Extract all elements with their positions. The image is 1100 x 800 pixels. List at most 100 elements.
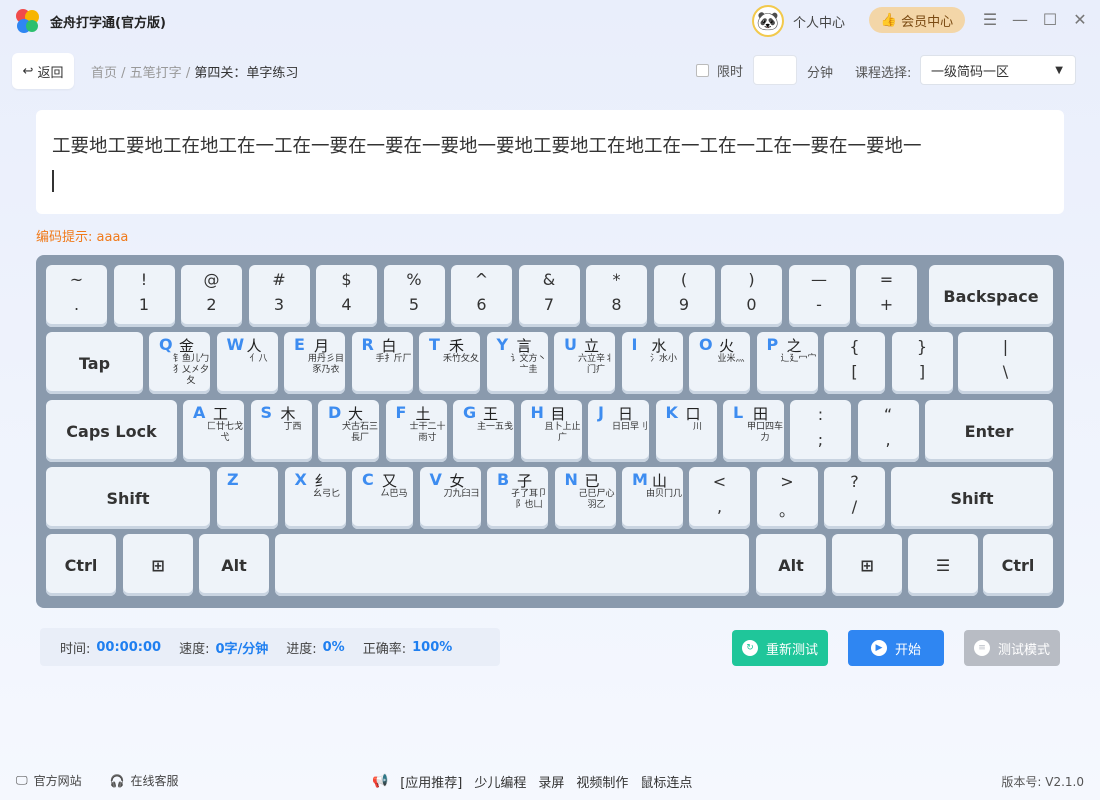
test-mode-button[interactable]: ≡ 测试模式 — [964, 630, 1060, 666]
key-alt-right[interactable]: Alt — [756, 534, 826, 596]
key-letter: G — [463, 403, 477, 422]
key-n[interactable]: N 已己巳尸心羽乙 — [554, 467, 616, 529]
key-menu[interactable]: ☰ — [908, 534, 978, 596]
key-.[interactable]: ~. — [46, 265, 107, 327]
key-tab[interactable]: Tap — [46, 332, 143, 394]
back-button[interactable]: ↩ 返回 — [12, 53, 74, 89]
course-select[interactable]: 一级简码一区 ▼ — [920, 55, 1076, 85]
key-j[interactable]: J 日日曰早刂 — [588, 400, 649, 462]
practice-panel[interactable]: 工要地工要地工在地工在一工在一要在一要在一要地一要地工要地工在地工在一工在一工在… — [36, 110, 1064, 214]
online-support-link[interactable]: 在线客服 — [131, 772, 179, 789]
key-base-symbol: 3 — [273, 295, 285, 314]
key-windows-left[interactable]: ⊞ — [123, 534, 193, 596]
key-i[interactable]: I 水氵水小 — [621, 332, 683, 394]
key-p[interactable]: P 之辶廴冖宀 — [756, 332, 818, 394]
user-avatar[interactable]: 🐼 — [752, 5, 784, 37]
key-character: 禾 — [449, 337, 465, 355]
key-0[interactable]: ) 0 — [721, 265, 782, 327]
key-space[interactable] — [275, 534, 749, 596]
key-m[interactable]: M 山由贝冂几 — [622, 467, 683, 529]
key-base-symbol: ] — [918, 362, 926, 381]
key-7[interactable]: & 7 — [518, 265, 580, 327]
key-l[interactable]: L 田甲口四车力 — [723, 400, 784, 462]
key-radicals: 犬古石三長厂 — [341, 422, 378, 443]
key-g[interactable]: G 王主一五戋 — [453, 400, 514, 462]
key-t[interactable]: T 禾禾竹攵夂 — [419, 332, 480, 394]
key-caps-lock[interactable]: Caps Lock — [46, 400, 177, 462]
key-character: 水 — [651, 337, 667, 355]
minutes-input[interactable] — [753, 55, 797, 85]
key-b[interactable]: B 子孑了耳卩阝也凵 — [487, 467, 548, 529]
key-enter[interactable]: Enter — [925, 400, 1053, 462]
key-backspace[interactable]: Backspace — [929, 265, 1053, 327]
retest-button[interactable]: ↻ 重新测试 — [732, 630, 828, 666]
breadcrumb-wubi[interactable]: 五笔打字 — [130, 66, 182, 81]
key-f[interactable]: F 土士干二十雨寸 — [385, 400, 447, 462]
key-q[interactable]: Q 金钅鱼儿勹犭乂㐅夕夂 — [149, 332, 210, 394]
key-1[interactable]: ! 1 — [113, 265, 175, 327]
key-alt-left[interactable]: Alt — [199, 534, 269, 596]
key-s[interactable]: S 木丁西 — [250, 400, 312, 462]
key-6[interactable]: ^ 6 — [451, 265, 512, 327]
key-bracket-2[interactable]: | \ — [958, 332, 1053, 394]
key-3[interactable]: #3 — [248, 265, 310, 327]
key-shift-symbol: > — [780, 472, 794, 491]
key-+[interactable]: = + — [856, 265, 917, 327]
key-e[interactable]: E 月用丹彡目豕乃衣 — [284, 332, 345, 394]
key-w[interactable]: W 人亻八 — [216, 332, 278, 394]
key-a[interactable]: A 工匚廿七戈弋 — [183, 400, 244, 462]
key-y[interactable]: Y 言讠文方丶亠圭 — [486, 332, 548, 394]
start-button[interactable]: ▶ 开始 — [848, 630, 944, 666]
key-bracket-0[interactable]: {[ — [824, 332, 885, 394]
key-x[interactable]: X 纟幺弓匕 — [284, 467, 346, 529]
menu-icon[interactable]: ☰ — [981, 10, 999, 29]
key-9[interactable]: (9 — [653, 265, 715, 327]
key-4[interactable]: $4 — [316, 265, 377, 327]
key-letter: X — [294, 470, 307, 489]
recommend-link-screen-record[interactable]: 录屏 — [538, 772, 564, 791]
key-windows-right[interactable]: ⊞ — [832, 534, 902, 596]
key-d[interactable]: D 大犬古石三長厂 — [318, 400, 379, 462]
key-letter: H — [530, 403, 544, 422]
key-punct2-2[interactable]: ? / — [824, 467, 885, 529]
key-bracket-1[interactable]: }] — [891, 332, 953, 394]
recommend-link-video-editing[interactable]: 视频制作 — [576, 772, 628, 791]
key-r[interactable]: R 白手扌斤厂 — [351, 332, 413, 394]
key-shift-symbol: ? — [850, 472, 859, 491]
recommend-link-kids-coding[interactable]: 少儿编程 — [474, 772, 526, 791]
key-punct2-1[interactable]: >。 — [756, 467, 818, 529]
key-v[interactable]: V 女刀九臼彐 — [419, 467, 481, 529]
key-5[interactable]: % 5 — [383, 265, 445, 327]
key-k[interactable]: K口川 — [655, 400, 717, 462]
key-punct-1[interactable]: “, — [857, 400, 919, 462]
personal-center-link[interactable]: 个人中心 — [793, 12, 845, 31]
key-character: 口 — [685, 405, 701, 423]
key-o[interactable]: O 火业米灬 — [689, 332, 750, 394]
member-center-button[interactable]: 👍 会员中心 — [869, 7, 965, 33]
time-limit-checkbox[interactable] — [696, 63, 709, 77]
key-punct2-0[interactable]: <, — [689, 467, 750, 529]
key-letter: P — [766, 335, 779, 354]
minimize-icon[interactable]: — — [1011, 10, 1029, 29]
progress-value: 0% — [322, 639, 345, 655]
key-2[interactable]: @2 — [181, 265, 242, 327]
maximize-icon[interactable]: ☐ — [1041, 10, 1059, 29]
key-ctrl-right[interactable]: Ctrl — [983, 534, 1053, 596]
breadcrumb-home[interactable]: 首页 — [91, 66, 117, 81]
time-limit-toggle[interactable]: 限时 — [696, 56, 743, 84]
key-shift-left[interactable]: Shift — [46, 467, 210, 529]
recommend-link-auto-clicker[interactable]: 鼠标连点 — [640, 772, 692, 791]
key-punct-0[interactable]: :; — [790, 400, 851, 462]
key-z[interactable]: Z — [217, 467, 278, 529]
key--[interactable]: — - — [788, 265, 850, 327]
key-label: Alt — [778, 555, 804, 575]
official-website-link[interactable]: 官方网站 — [34, 772, 82, 789]
key-8[interactable]: * 8 — [586, 265, 647, 327]
key-shift-right[interactable]: Shift — [891, 467, 1053, 529]
key-h[interactable]: H 目且卜上止广 — [520, 400, 582, 462]
key-c[interactable]: C 又厶巴马 — [352, 467, 413, 529]
key-ctrl-left[interactable]: Ctrl — [46, 534, 116, 596]
key-label: Ctrl — [64, 555, 98, 575]
key-u[interactable]: U 立六立辛丬门疒 — [554, 332, 615, 394]
close-icon[interactable]: ✕ — [1071, 10, 1089, 29]
